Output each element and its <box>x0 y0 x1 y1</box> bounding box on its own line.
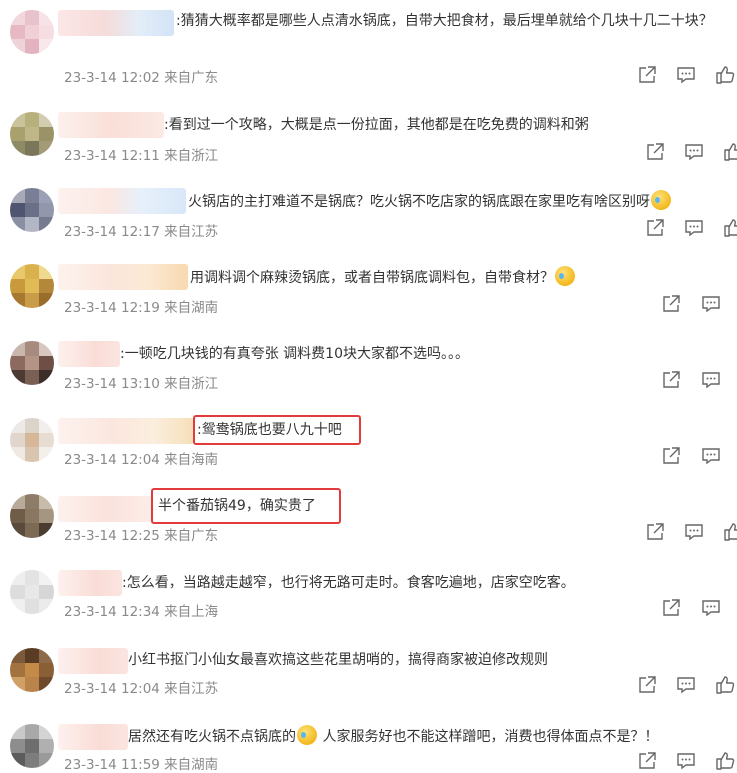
avatar[interactable] <box>10 418 54 462</box>
comment-meta: 23-3-14 12:04 来自江苏 <box>64 681 219 697</box>
comment-icon[interactable] <box>700 293 722 315</box>
avatar[interactable] <box>10 10 54 54</box>
comment-icon[interactable] <box>700 369 722 391</box>
like-icon[interactable] <box>722 141 737 163</box>
share-icon[interactable] <box>636 674 658 696</box>
username-blurred[interactable] <box>58 10 174 36</box>
comment-text: 用调料调个麻辣烫锅底，或者自带锅底调料包，自带食材？ <box>190 266 576 289</box>
like-icon[interactable] <box>714 674 736 696</box>
username-blurred[interactable] <box>58 648 128 674</box>
comment-meta: 23-3-14 13:10 来自浙江 <box>64 376 219 392</box>
like-icon[interactable] <box>722 521 737 543</box>
comment-text: :一顿吃几块钱的有真夸张 调料费10块大家都不选吗。。。 <box>120 346 469 362</box>
comment-icon[interactable] <box>683 217 705 239</box>
comment-icon[interactable] <box>700 445 722 467</box>
username-blurred[interactable] <box>58 724 128 750</box>
share-icon[interactable] <box>644 521 666 543</box>
avatar[interactable] <box>10 494 54 538</box>
comment-meta: 23-3-14 12:04 来自海南 <box>64 452 219 468</box>
username-blurred[interactable] <box>58 570 122 596</box>
comment-text: 居然还有吃火锅不点锅底的 人家服务好也不能这样蹭吧，消费也得体面点不是？！ <box>128 725 658 748</box>
comment-text: 小红书抠门小仙女最喜欢搞这些花里胡哨的，搞得商家被迫修改规则 <box>128 652 548 668</box>
avatar[interactable] <box>10 341 54 385</box>
share-icon[interactable] <box>644 217 666 239</box>
comment-text: 火锅店的主打难道不是锅底？吃火锅不吃店家的锅底跟在家里吃有啥区别呀 <box>188 190 672 213</box>
username-blurred[interactable] <box>58 496 152 522</box>
share-icon[interactable] <box>660 369 682 391</box>
comment-text: :鸳鸯锅底也要八九十吧 <box>197 422 342 438</box>
comment-icon[interactable] <box>675 674 697 696</box>
comment-meta: 23-3-14 12:25 来自广东 <box>64 528 219 544</box>
comment-text: :猜猜大概率都是哪些人点清水锅底，自带大把食材，最后埋单就给个几块十几二十块？ <box>176 13 713 29</box>
comment-text: :看到过一个攻略，大概是点一份拉面，其他都是在吃免费的调料和粥 <box>164 117 589 133</box>
sweat-emoji-icon <box>555 266 575 286</box>
avatar[interactable] <box>10 264 54 308</box>
share-icon[interactable] <box>660 445 682 467</box>
avatar[interactable] <box>10 112 54 156</box>
comment-meta: 23-3-14 12:19 来自湖南 <box>64 300 219 316</box>
username-blurred[interactable] <box>58 418 194 444</box>
username-blurred[interactable] <box>58 112 164 138</box>
comment-icon[interactable] <box>683 141 705 163</box>
username-blurred[interactable] <box>58 341 120 367</box>
like-icon[interactable] <box>722 217 737 239</box>
avatar[interactable] <box>10 648 54 692</box>
sweat-emoji-icon <box>651 190 671 210</box>
comment-icon[interactable] <box>700 597 722 619</box>
share-icon[interactable] <box>660 293 682 315</box>
share-icon[interactable] <box>636 750 658 772</box>
comment-meta: 23-3-14 12:34 来自上海 <box>64 604 219 620</box>
avatar[interactable] <box>10 188 54 232</box>
comment-icon[interactable] <box>683 521 705 543</box>
comment-meta: 23-3-14 12:02 来自广东 <box>64 70 219 86</box>
like-icon[interactable] <box>714 64 736 86</box>
username-blurred[interactable] <box>58 264 188 290</box>
comment-meta: 23-3-14 12:11 来自浙江 <box>64 148 219 164</box>
share-icon[interactable] <box>660 597 682 619</box>
comment-icon[interactable] <box>675 750 697 772</box>
username-blurred[interactable] <box>58 188 186 214</box>
comment-meta: 23-3-14 11:59 来自湖南 <box>64 757 219 773</box>
like-icon[interactable] <box>714 750 736 772</box>
comment-text: :怎么看，当路越走越窄，也行将无路可走时。食客吃遍地，店家空吃客。 <box>122 575 575 591</box>
share-icon[interactable] <box>644 141 666 163</box>
comment-meta: 23-3-14 12:17 来自江苏 <box>64 224 219 240</box>
comment-text: 半个番茄锅49，确实贵了 <box>158 498 316 514</box>
comment-icon[interactable] <box>675 64 697 86</box>
sweat-emoji-icon <box>297 725 317 745</box>
share-icon[interactable] <box>636 64 658 86</box>
avatar[interactable] <box>10 724 54 768</box>
avatar[interactable] <box>10 570 54 614</box>
